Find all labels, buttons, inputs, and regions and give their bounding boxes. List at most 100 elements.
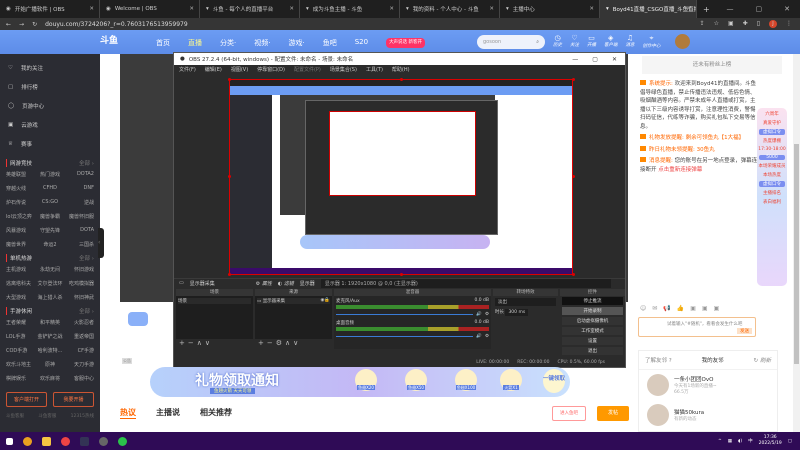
promo-item[interactable]: 真爱守护 [757, 120, 787, 126]
gift-icon[interactable]: ▣ [714, 305, 720, 312]
obs-icon[interactable] [99, 436, 108, 446]
resize-handle[interactable] [572, 175, 575, 178]
open-client-button[interactable]: 客户端打开 [6, 392, 47, 407]
wechat-icon[interactable] [118, 436, 127, 446]
source-controls[interactable]: +−⚙∧∨ [255, 339, 332, 349]
game-category-link[interactable]: 穿越火线 [6, 185, 35, 192]
game-category-link[interactable]: 怀旧神武 [65, 294, 94, 301]
emoji-icon[interactable]: ☺ [640, 305, 646, 312]
exit-button[interactable]: 退出 [562, 347, 623, 355]
browser-tab[interactable]: ▾ 斗鱼 - 每个人的直播平台 ✕ [200, 0, 300, 18]
game-category-link[interactable]: 三国杀 [65, 241, 94, 248]
image-icon[interactable]: ▣ [702, 305, 708, 312]
virtual-camera-button[interactable]: 启动虚拟摄像机 [562, 317, 623, 325]
promo-item[interactable]: 虚拟口令 [759, 181, 785, 187]
nav-video[interactable]: 视频· [254, 38, 270, 48]
reconnect-link[interactable]: 点击重新连接弹幕 [658, 167, 702, 173]
start-broadcast-button[interactable]: 我要开播 [53, 392, 94, 407]
enter-yuba-button[interactable]: 进入鱼吧 [552, 406, 586, 421]
minimize-icon[interactable]: — [572, 56, 578, 63]
friend-item[interactable]: 猫猫50kura 有新的动态 [639, 400, 777, 430]
game-category-link[interactable]: 重返帝国 [65, 333, 94, 340]
display-select[interactable]: 显示器 1: 1920x1080 @ 0,0 (主显示器) [320, 278, 611, 288]
user-avatar[interactable] [675, 34, 690, 49]
promo-item[interactable]: 本场热度 [757, 172, 787, 178]
nav-games[interactable]: 游戏· [288, 38, 304, 48]
close-tab-icon[interactable]: ✕ [489, 6, 494, 12]
game-category-link[interactable]: 热门游戏 [35, 171, 64, 178]
close-tab-icon[interactable]: ✕ [389, 6, 394, 12]
game-category-link[interactable]: 风暴游戏 [6, 227, 35, 234]
scrollbar-thumb[interactable] [794, 144, 799, 364]
maximize-icon[interactable]: ▢ [592, 56, 598, 63]
sidebar-item-follow[interactable]: ♡ 我的关注 [0, 58, 100, 77]
browser-tab-active[interactable]: ▾ Boyd41直播_CSGO直播_斗鱼直播 ✕ [600, 0, 697, 18]
reload-icon[interactable]: ↻ [32, 21, 37, 28]
menu-view[interactable]: 视图(V) [231, 66, 248, 73]
resize-handle[interactable] [572, 273, 575, 276]
claim-all-button[interactable]: 一键领取 [543, 369, 565, 393]
resize-handle[interactable] [228, 78, 231, 81]
game-category-link[interactable]: 哈利波特... [35, 347, 64, 354]
nav-home[interactable]: 首页 [156, 38, 170, 48]
promo-item[interactable]: 热度爆棚 [757, 138, 787, 144]
game-category-link[interactable]: lol云顶之弈 [6, 213, 35, 220]
view-all-link[interactable]: 全部 › [79, 254, 94, 262]
nav-yuba[interactable]: 鱼吧 [323, 38, 337, 48]
creator-center-button[interactable]: ⌖ 创作中心 [643, 34, 661, 49]
settings-button[interactable]: 设置 [562, 337, 623, 345]
game-category-link[interactable]: 英雄联盟 [6, 171, 35, 178]
promo-badge[interactable]: 大声说话 新客开 [386, 38, 425, 48]
game-category-link[interactable]: 魔兽争霸 [35, 213, 64, 220]
scene-controls[interactable]: +−∧∨ [176, 339, 253, 349]
volume-slider[interactable] [336, 335, 474, 338]
promo-item[interactable]: 主播排名 [757, 190, 787, 196]
post-button[interactable]: 发帖 [597, 406, 629, 421]
share-icon[interactable]: ⇪ [700, 20, 705, 28]
gear-icon[interactable]: ⚙ [485, 312, 489, 317]
menu-help[interactable]: 帮助(H) [392, 66, 410, 73]
like-icon[interactable]: 👍 [677, 305, 684, 312]
url-input[interactable]: douyu.com/3724206?_r=0.7603176513959979 [45, 21, 188, 28]
nav-live[interactable]: 直播 [188, 38, 202, 48]
game-category-link[interactable]: LOL手游 [6, 333, 35, 340]
profile-avatar[interactable]: J [769, 20, 777, 28]
start-recording-button[interactable]: 开始录制 [562, 307, 623, 315]
chat-input[interactable]: 试着输入"#随机"，看看会发生什么吧 发送 [638, 317, 756, 337]
game-category-link[interactable]: 逆战 [65, 199, 94, 206]
promo-item[interactable]: 5000 [759, 155, 785, 160]
footer-link[interactable]: 斗鱼客服 [6, 413, 24, 419]
game-category-link[interactable]: 原神 [35, 361, 64, 368]
close-icon[interactable]: ✕ [784, 5, 790, 13]
volume-icon[interactable]: ◖) [738, 439, 742, 444]
menu-edit[interactable]: 编辑(E) [205, 66, 222, 73]
windows-start-icon[interactable] [6, 437, 13, 445]
new-tab-button[interactable]: + [703, 5, 710, 14]
game-category-link[interactable]: 棋牌娱乐 [6, 375, 35, 382]
menu-docks[interactable]: 停靠窗口(D) [257, 66, 285, 73]
app-icon[interactable] [23, 436, 32, 446]
extension-icon[interactable]: ▣ [728, 20, 734, 28]
gear-icon[interactable]: ⚙ [485, 334, 489, 339]
clock[interactable]: 17:36 2022/5/19 [759, 435, 782, 447]
game-category-link[interactable]: 大型游戏 [6, 294, 35, 301]
game-category-link[interactable]: DNF [65, 185, 94, 192]
properties-button[interactable]: ⚙ 属性 [256, 280, 272, 287]
sidebar-item-events[interactable]: ♕ 赛事 [0, 134, 100, 153]
promo-item[interactable]: 六周年 [757, 111, 787, 117]
studio-mode-button[interactable]: 工作室模式 [562, 327, 623, 335]
close-tab-icon[interactable]: ✕ [89, 6, 94, 12]
duration-input[interactable]: 300 ms [505, 309, 529, 316]
follow-button[interactable]: ♡ 关注 [570, 34, 579, 49]
game-category-link[interactable]: 魔兽怀旧服 [65, 213, 94, 220]
menu-profile[interactable]: 配置文件(P) [294, 66, 321, 73]
game-category-link[interactable]: 和平精英 [35, 319, 64, 326]
promo-item[interactable]: 表白福利 [757, 199, 787, 205]
game-category-link[interactable]: DOTA2 [65, 171, 94, 178]
menu-tools[interactable]: 工具(T) [366, 66, 383, 73]
browser-tab[interactable]: ◉ Welcome | OBS ✕ [100, 0, 200, 18]
browser-tab[interactable]: ▾ 主播中心 ✕ [500, 0, 600, 18]
puzzle-icon[interactable]: ✚ [743, 20, 748, 28]
close-tab-icon[interactable]: ✕ [289, 6, 294, 12]
footer-link[interactable]: 斗鱼客服 [38, 413, 56, 419]
